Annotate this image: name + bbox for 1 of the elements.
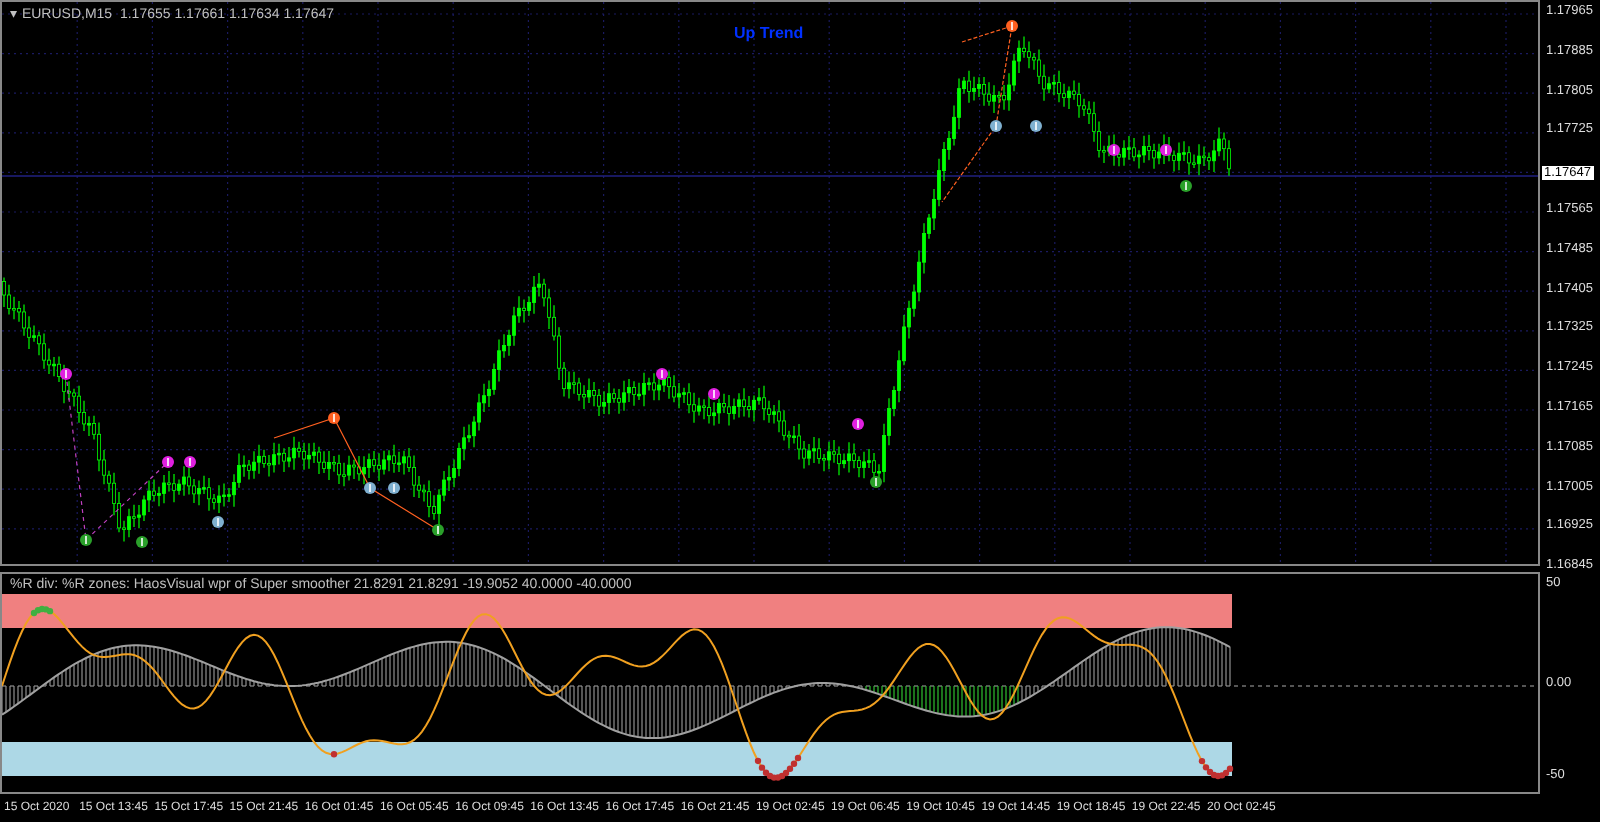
trend-label: Up Trend xyxy=(734,24,804,42)
